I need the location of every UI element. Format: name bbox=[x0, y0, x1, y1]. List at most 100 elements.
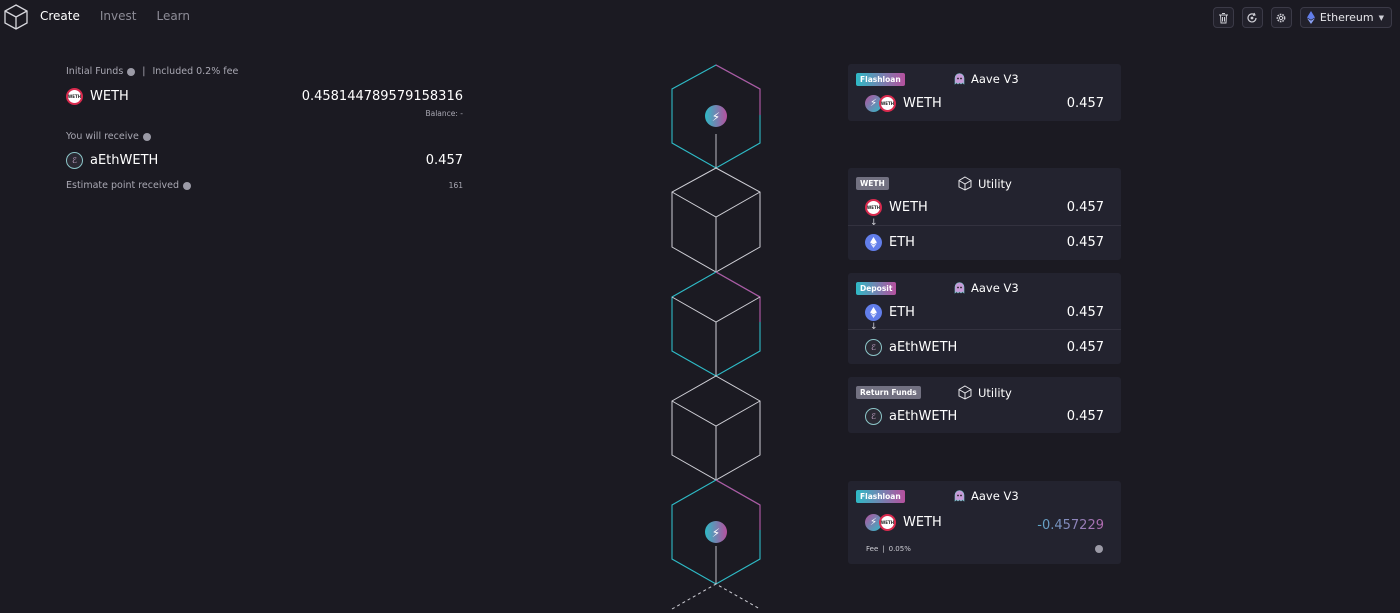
receive-amount: 0.457 bbox=[425, 153, 463, 168]
aave-ghost-icon bbox=[954, 73, 965, 85]
token-amount: 0.457 bbox=[1066, 200, 1104, 215]
fee-row: Fee | 0.05% bbox=[866, 545, 911, 553]
nav-create[interactable]: Create bbox=[40, 9, 80, 23]
info-icon[interactable] bbox=[127, 67, 136, 76]
protocol-name: Aave V3 bbox=[971, 72, 1019, 86]
receive-row: ℰ aEthWETH 0.457 bbox=[66, 152, 463, 169]
receive-label: You will receive bbox=[66, 131, 139, 142]
protocol: Aave V3 bbox=[954, 281, 1019, 295]
token-amount: 0.457 bbox=[1066, 340, 1104, 355]
utility-cube[interactable] bbox=[671, 167, 761, 273]
trash-button[interactable] bbox=[1212, 7, 1234, 28]
fee-note: Included 0.2% fee bbox=[152, 66, 239, 77]
weth-icon: WETH bbox=[66, 88, 83, 105]
arrow-down-icon: ↓ bbox=[870, 218, 878, 228]
balance-text: Balance: - bbox=[425, 109, 463, 118]
receive-label-row: You will receive bbox=[66, 131, 151, 142]
deposit-cube[interactable] bbox=[671, 271, 761, 377]
cube-icon bbox=[958, 176, 972, 191]
nav-learn[interactable]: Learn bbox=[156, 9, 190, 23]
card-row: WETH WETH 0.457 bbox=[865, 199, 1104, 216]
protocol: Utility bbox=[958, 385, 1012, 400]
card-row: ℰ aEthWETH 0.457 bbox=[865, 408, 1104, 425]
flashloan-return-cube[interactable]: ⚡ bbox=[671, 479, 761, 585]
action-card-return-funds[interactable]: Return Funds Utility ℰ aEthWETH 0.457 bbox=[848, 377, 1121, 433]
chevron-down-icon: ▼ bbox=[1378, 13, 1384, 22]
protocol-name: Aave V3 bbox=[971, 489, 1019, 503]
info-icon[interactable] bbox=[182, 181, 191, 190]
points-label: Estimate point received bbox=[66, 180, 179, 191]
settings-button[interactable] bbox=[1270, 7, 1292, 28]
ethereum-icon bbox=[865, 234, 882, 251]
divider bbox=[848, 225, 1121, 226]
action-badge: Deposit bbox=[856, 282, 897, 295]
action-badge: Flashloan bbox=[856, 73, 905, 86]
network-selector[interactable]: Ethereum ▼ bbox=[1299, 7, 1392, 28]
logo-icon[interactable] bbox=[4, 4, 28, 30]
protocol: Utility bbox=[958, 176, 1012, 191]
arrow-down-icon: ↓ bbox=[870, 322, 878, 332]
protocol: Aave V3 bbox=[954, 489, 1019, 503]
refresh-button[interactable] bbox=[1241, 7, 1263, 28]
token-amount: 0.457 bbox=[1066, 235, 1104, 250]
info-icon[interactable] bbox=[1095, 545, 1103, 553]
token-amount: -0.457229 bbox=[1037, 518, 1104, 533]
separator: | bbox=[142, 66, 146, 77]
action-card-deposit[interactable]: Deposit Aave V3 ETH 0.457 ↓ ℰ aEthWETH 0… bbox=[848, 273, 1121, 364]
card-row: ℰ aEthWETH 0.457 bbox=[865, 339, 1104, 356]
action-card-weth-unwrap[interactable]: WETH Utility WETH WETH 0.457 ↓ ETH 0.457 bbox=[848, 168, 1121, 260]
initial-funds-row: WETH WETH 0.458144789579158316 bbox=[66, 88, 463, 105]
initial-amount-input[interactable]: 0.458144789579158316 bbox=[302, 89, 463, 104]
card-row: ETH 0.457 bbox=[865, 234, 1104, 251]
token-name: WETH bbox=[903, 515, 942, 530]
trash-icon bbox=[1218, 12, 1228, 23]
points-row: Estimate point received 161 bbox=[66, 180, 463, 191]
token-name: WETH bbox=[903, 96, 942, 111]
gear-icon bbox=[1276, 13, 1286, 22]
card-row: ETH 0.457 bbox=[865, 304, 1104, 321]
token-amount: 0.457 bbox=[1066, 96, 1104, 111]
nav-invest[interactable]: Invest bbox=[100, 9, 137, 23]
token-name: aEthWETH bbox=[889, 340, 958, 355]
add-block-placeholder[interactable] bbox=[671, 583, 761, 610]
main-nav: Create Invest Learn bbox=[40, 9, 190, 23]
weth-icon: WETH bbox=[879, 95, 896, 112]
svg-text:⚡: ⚡ bbox=[712, 526, 720, 540]
token-name: aEthWETH bbox=[889, 409, 958, 424]
action-card-flashloan[interactable]: Flashloan Aave V3 ⚡ WETH WETH 0.457 bbox=[848, 64, 1121, 121]
toolbar: Ethereum ▼ bbox=[1212, 7, 1392, 28]
info-icon[interactable] bbox=[142, 132, 151, 141]
initial-token: WETH bbox=[90, 89, 129, 104]
token-pair-icons: ⚡ WETH bbox=[865, 95, 896, 112]
action-badge: WETH bbox=[856, 177, 889, 190]
token-name: WETH bbox=[889, 200, 928, 215]
ethereum-icon bbox=[1306, 11, 1315, 24]
flashloan-cube[interactable]: ⚡ bbox=[671, 64, 761, 169]
initial-funds-label: Initial Funds bbox=[66, 66, 124, 77]
aethweth-icon: ℰ bbox=[66, 152, 83, 169]
fee-value: 0.05% bbox=[888, 545, 911, 553]
points-value: 161 bbox=[448, 181, 463, 190]
refresh-icon bbox=[1247, 12, 1257, 22]
ethereum-icon bbox=[865, 304, 882, 321]
receive-token: aEthWETH bbox=[90, 153, 159, 168]
protocol: Aave V3 bbox=[954, 72, 1019, 86]
token-pair-icons: ⚡ WETH bbox=[865, 514, 896, 531]
aave-ghost-icon bbox=[954, 282, 965, 294]
protocol-name: Aave V3 bbox=[971, 281, 1019, 295]
fee-label: Fee bbox=[866, 545, 879, 553]
action-badge: Flashloan bbox=[856, 490, 905, 503]
return-funds-cube[interactable] bbox=[671, 375, 761, 481]
svg-text:⚡: ⚡ bbox=[712, 110, 720, 124]
protocol-name: Utility bbox=[978, 176, 1012, 191]
card-row: ⚡ WETH WETH -0.457229 bbox=[865, 512, 1104, 533]
weth-icon: WETH bbox=[879, 514, 896, 531]
action-card-flashloan-repay[interactable]: Flashloan Aave V3 ⚡ WETH WETH -0.457229 … bbox=[848, 481, 1121, 564]
divider bbox=[848, 329, 1121, 330]
network-label: Ethereum bbox=[1319, 11, 1374, 24]
aethweth-icon: ℰ bbox=[865, 408, 882, 425]
token-amount: 0.457 bbox=[1066, 409, 1104, 424]
weth-icon: WETH bbox=[865, 199, 882, 216]
token-amount: 0.457 bbox=[1066, 305, 1104, 320]
action-badge: Return Funds bbox=[856, 386, 921, 399]
